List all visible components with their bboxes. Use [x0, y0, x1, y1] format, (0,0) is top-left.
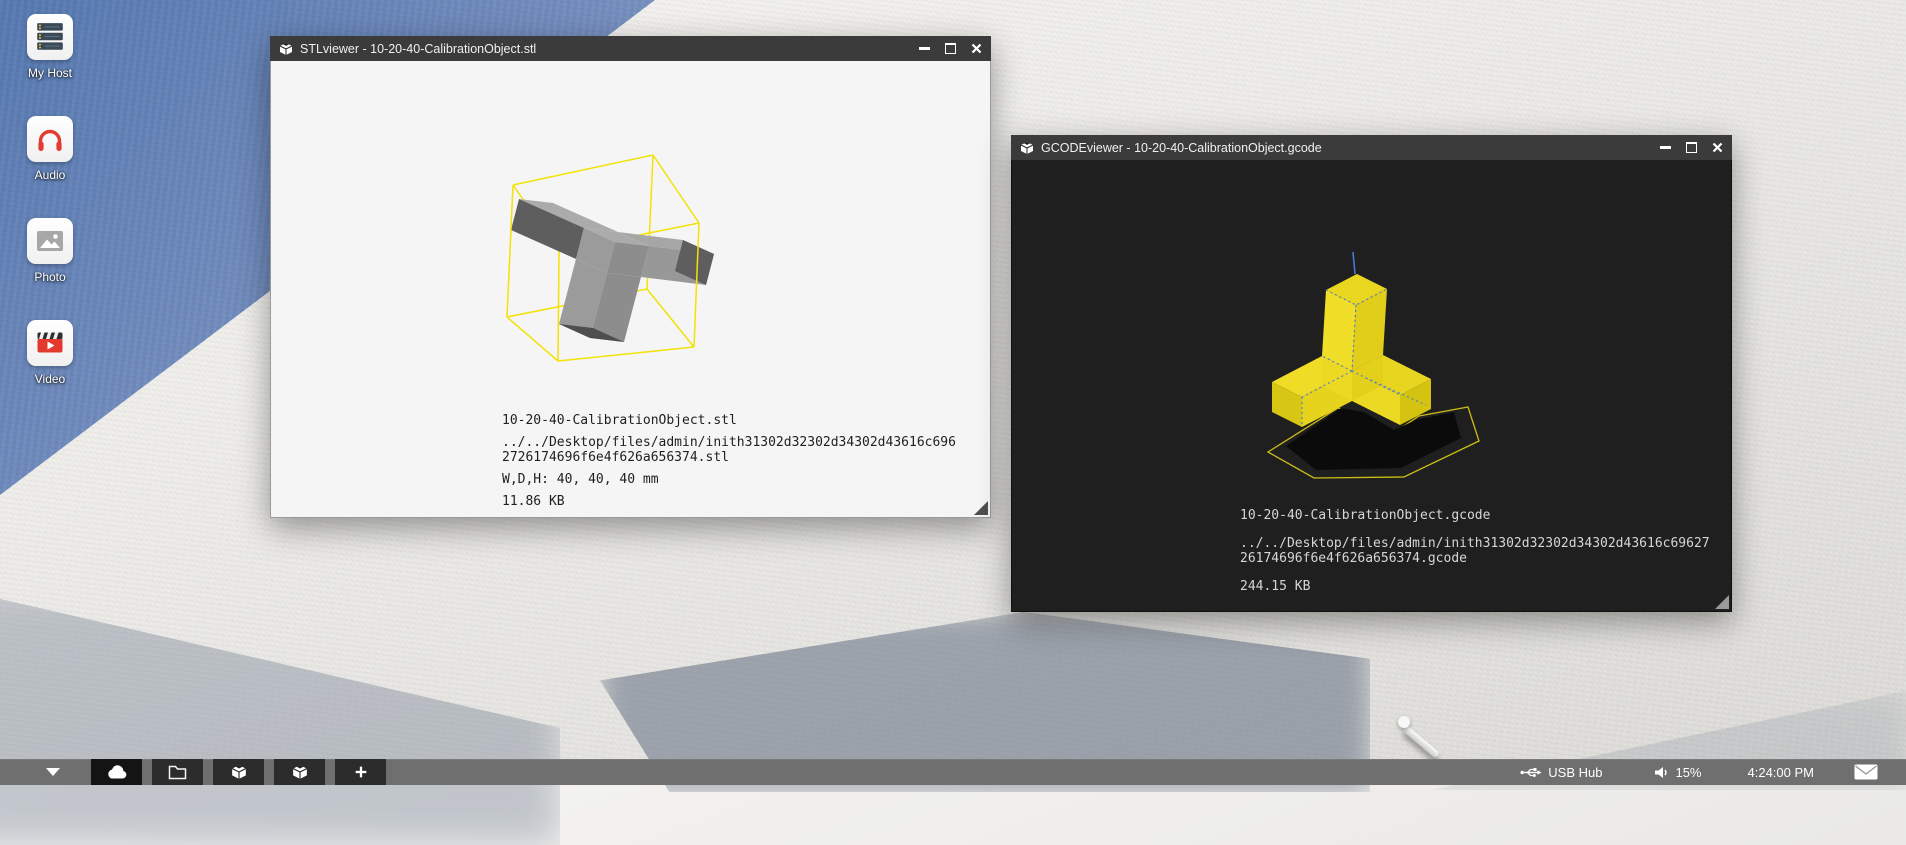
usb-label: USB Hub — [1548, 765, 1602, 780]
folder-icon — [168, 764, 187, 780]
cloud-icon — [106, 764, 128, 780]
wall-pole-tip — [1398, 716, 1410, 728]
plus-icon — [353, 764, 369, 780]
envelope-icon — [1854, 764, 1878, 780]
stl-filename: 10-20-40-CalibrationObject.stl — [502, 413, 956, 428]
gcode-viewport[interactable] — [1256, 250, 1506, 495]
taskbar-buttons — [91, 759, 386, 785]
stlviewer-titlebar[interactable]: STLviewer - 10-20-40-CalibrationObject.s… — [270, 36, 991, 61]
volume-tray-item[interactable]: 15% — [1654, 765, 1701, 780]
wall-pole — [1402, 725, 1440, 759]
clock-label: 4:24:00 PM — [1748, 765, 1815, 780]
desktop-icon-column: My Host Audio Photo — [12, 14, 88, 422]
stl-dimensions: W,D,H: 40, 40, 40 mm — [502, 472, 956, 487]
cube-icon — [279, 42, 293, 56]
taskbar-folder-button[interactable] — [152, 759, 203, 785]
stl-filepath-line2: 2726174696f6e4f626a656374.stl — [502, 450, 956, 465]
minimize-button[interactable] — [1659, 142, 1671, 154]
maximize-button[interactable] — [1685, 142, 1697, 154]
desktop-icon-photo[interactable]: Photo — [27, 218, 73, 284]
desktop-icon-label: My Host — [28, 66, 72, 80]
gcode-filename: 10-20-40-CalibrationObject.gcode — [1240, 508, 1710, 523]
headphones-icon — [27, 116, 73, 162]
taskbar-stlviewer-button[interactable] — [213, 759, 264, 785]
desktop-icon-label: Photo — [34, 270, 65, 284]
minimize-button[interactable] — [918, 43, 930, 55]
wall-shadow — [0, 585, 560, 845]
cube-icon — [292, 764, 308, 780]
stl-file-info: 10-20-40-CalibrationObject.stl ../../Des… — [502, 413, 956, 516]
photo-icon — [27, 218, 73, 264]
cube-icon — [231, 764, 247, 780]
taskbar-gcodeviewer-button[interactable] — [274, 759, 325, 785]
stl-viewport[interactable] — [485, 139, 735, 379]
desktop-icon-label: Video — [35, 372, 65, 386]
desktop-icon-label: Audio — [35, 168, 66, 182]
usb-icon — [1520, 766, 1542, 779]
gcode-filepath-line1: ../../Desktop/files/admin/inith31302d323… — [1240, 536, 1710, 551]
desktop-icon-video[interactable]: Video — [27, 320, 73, 386]
desktop-icon-my-host[interactable]: My Host — [27, 14, 73, 80]
gcode-filepath-line2: 26174696f6e4f626a656374.gcode — [1240, 551, 1710, 566]
resize-grip[interactable] — [974, 501, 988, 515]
usb-tray-item[interactable]: USB Hub — [1520, 765, 1602, 780]
speaker-icon — [1654, 766, 1669, 779]
stlviewer-title: STLviewer - 10-20-40-CalibrationObject.s… — [300, 42, 536, 56]
gcodeviewer-titlebar[interactable]: GCODEviewer - 10-20-40-CalibrationObject… — [1011, 135, 1732, 160]
taskbar-add-button[interactable] — [335, 759, 386, 785]
maximize-button[interactable] — [944, 43, 956, 55]
mail-tray-item[interactable] — [1854, 764, 1878, 780]
gcode-filesize: 244.15 KB — [1240, 579, 1710, 594]
gcodeviewer-title: GCODEviewer - 10-20-40-CalibrationObject… — [1041, 141, 1322, 155]
volume-label: 15% — [1675, 765, 1701, 780]
taskbar-tray: USB Hub 15% 4:24:00 PM — [1520, 759, 1906, 785]
gcodeviewer-window: GCODEviewer - 10-20-40-CalibrationObject… — [1011, 135, 1732, 612]
cube-icon — [1020, 141, 1034, 155]
close-button[interactable] — [1711, 142, 1723, 154]
stl-filepath-line1: ../../Desktop/files/admin/inith31302d323… — [502, 435, 956, 450]
taskbar: USB Hub 15% 4:24:00 PM — [0, 759, 1906, 785]
desktop-icon-audio[interactable]: Audio — [27, 116, 73, 182]
taskbar-expand-arrow-icon[interactable] — [46, 768, 60, 776]
gcode-file-info: 10-20-40-CalibrationObject.gcode ../../D… — [1240, 508, 1710, 607]
server-icon — [27, 14, 73, 60]
taskbar-cloud-button[interactable] — [91, 759, 142, 785]
stl-filesize: 11.86 KB — [502, 494, 956, 509]
close-button[interactable] — [970, 43, 982, 55]
video-icon — [27, 320, 73, 366]
stlviewer-window: STLviewer - 10-20-40-CalibrationObject.s… — [270, 36, 991, 518]
resize-grip[interactable] — [1715, 595, 1729, 609]
clock-tray-item[interactable]: 4:24:00 PM — [1748, 765, 1815, 780]
